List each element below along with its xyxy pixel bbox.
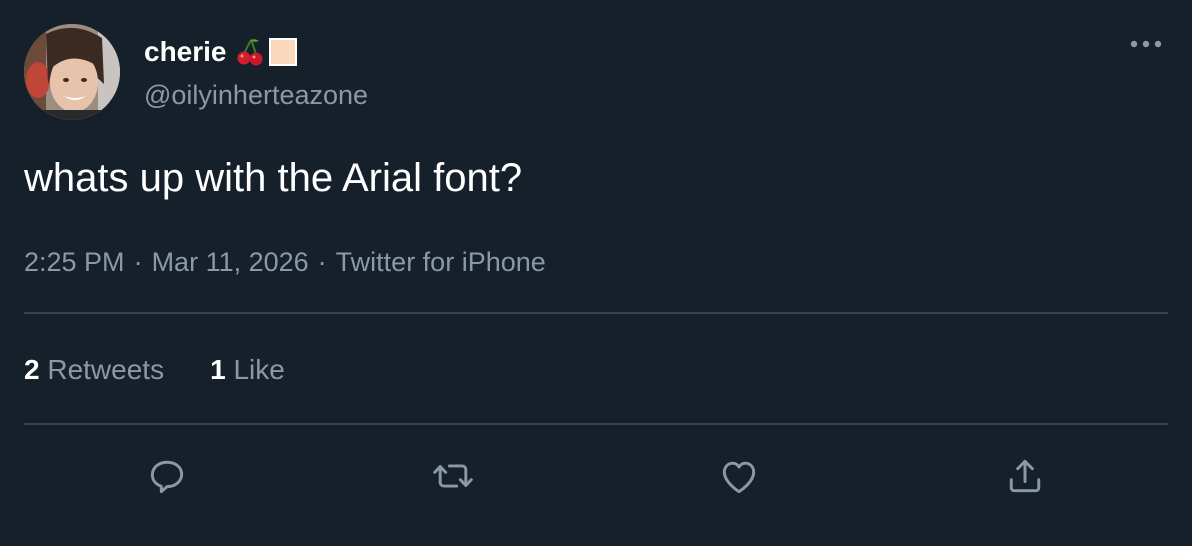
likes-count: 1 (210, 354, 226, 385)
engagement-stats: 2 Retweets 1 Like (24, 354, 285, 386)
share-icon (1009, 459, 1041, 493)
separator: · (133, 247, 143, 277)
more-options-button[interactable] (1126, 30, 1166, 58)
tweet-detail: cherie @oilyinherteazone whats up with t… (0, 0, 1192, 546)
display-name-text: cherie (144, 36, 227, 67)
likes-stat[interactable]: 1 Like (210, 354, 285, 386)
retweets-stat[interactable]: 2 Retweets (24, 354, 164, 386)
tweet-time[interactable]: 2:25 PM (24, 247, 125, 277)
user-handle[interactable]: @oilyinherteazone (144, 80, 368, 111)
tweet-source[interactable]: Twitter for iPhone (336, 247, 546, 277)
divider (24, 312, 1168, 314)
like-icon (722, 461, 756, 494)
more-dots-icon (1130, 40, 1162, 48)
avatar[interactable] (24, 24, 120, 120)
action-bar (0, 448, 1192, 504)
divider (24, 423, 1168, 425)
tweet-date[interactable]: Mar 11, 2026 (152, 247, 309, 277)
peach-square-emoji (268, 38, 297, 66)
cherries-emoji (237, 39, 262, 66)
retweets-label: Retweets (47, 354, 165, 385)
reply-button[interactable] (139, 448, 195, 504)
likes-label: Like (233, 354, 285, 385)
avatar-photo (24, 24, 120, 120)
retweet-icon (433, 464, 473, 488)
like-button[interactable] (711, 448, 767, 504)
reply-icon (150, 460, 184, 494)
share-button[interactable] (997, 448, 1053, 504)
display-name[interactable]: cherie (144, 34, 297, 70)
tweet-text: whats up with the Arial font? (24, 156, 523, 200)
retweet-button[interactable] (425, 448, 481, 504)
tweet-metadata: 2:25 PM · Mar 11, 2026 · Twitter for iPhone (24, 247, 546, 278)
retweets-count: 2 (24, 354, 40, 385)
name-emojis (235, 37, 297, 67)
separator: · (317, 247, 327, 277)
